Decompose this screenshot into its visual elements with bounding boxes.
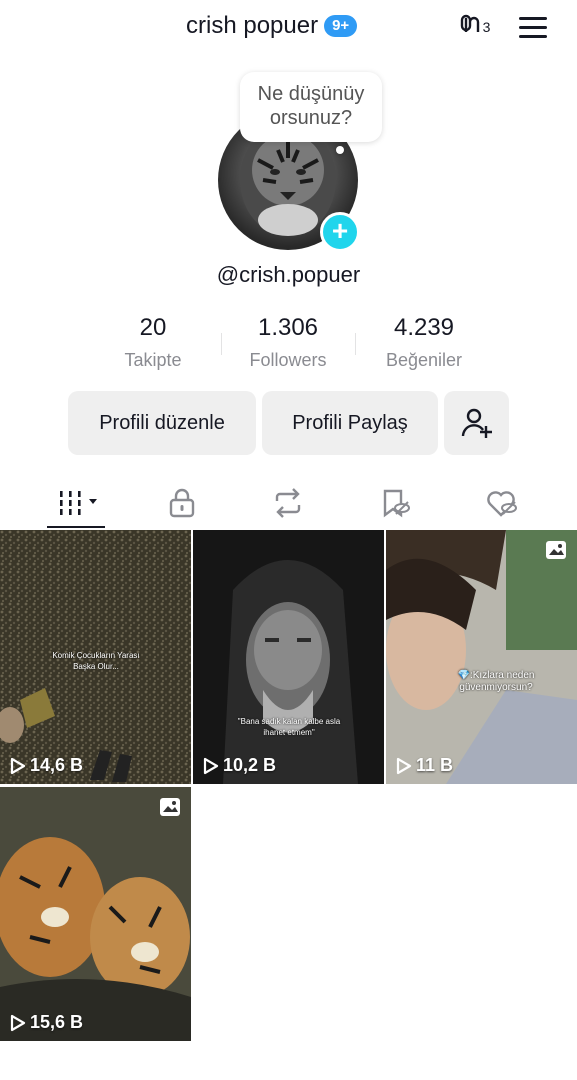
active-tab-indicator (47, 526, 105, 528)
note-bubble[interactable]: Ne düşünüy orsunuz? (240, 72, 382, 142)
stat-followers-value: 1.306 (257, 314, 319, 341)
edit-profile-button[interactable]: Profili düzenle (68, 391, 256, 455)
add-story-button[interactable]: + (320, 212, 360, 252)
tab-private[interactable] (142, 478, 222, 528)
view-count: 15,6 B (10, 1012, 83, 1033)
stat-likes[interactable]: 4.239 Beğeniler (364, 314, 484, 371)
note-bubble-text: Ne düşünüy orsunuz? (257, 83, 365, 129)
lock-icon (169, 488, 195, 518)
stat-following-label: Takipte (124, 350, 182, 370)
repost-icon (275, 488, 301, 518)
tab-reposts[interactable] (248, 478, 328, 528)
stat-divider (355, 333, 356, 355)
favorites-icon (383, 489, 410, 518)
video-tile[interactable]: 15,6 B (0, 787, 191, 1041)
add-friends-button[interactable] (444, 391, 509, 455)
play-icon (203, 757, 219, 774)
tab-liked[interactable] (462, 478, 542, 528)
add-user-icon (461, 408, 492, 438)
stat-followers-label: Followers (249, 350, 327, 370)
stat-following-value: 20 (139, 314, 167, 341)
play-icon (396, 757, 412, 774)
tab-favorites[interactable] (356, 478, 436, 528)
plus-icon: + (331, 215, 349, 246)
videos-grid-icon (60, 491, 97, 515)
stat-followers[interactable]: 1.306 Followers (228, 314, 348, 371)
video-thumbnail (193, 530, 384, 784)
top-bar: crish popuer 9+ 3 (0, 0, 577, 56)
view-count-value: 10,2 B (223, 755, 277, 775)
video-thumbnail (0, 787, 191, 1041)
video-tile[interactable]: Komik Çocukların Yarası Başka Olur... 14… (0, 530, 191, 784)
view-count: 14,6 B (10, 755, 83, 776)
tab-videos[interactable] (40, 478, 120, 528)
video-tile[interactable]: "Bana sadık kalan kalbe asla ihanet etme… (193, 530, 384, 784)
stat-divider (221, 333, 222, 355)
view-count-value: 15,6 B (30, 1012, 84, 1032)
notification-badge: 9+ (324, 15, 358, 37)
stat-following[interactable]: 20 Takipte (93, 314, 213, 371)
view-count-value: 14,6 B (30, 755, 84, 775)
share-profile-button[interactable]: Profili Paylaş (262, 391, 438, 455)
video-thumbnail (386, 530, 577, 784)
username: @crish.popuer (216, 262, 361, 287)
video-tile[interactable]: 💎:Kızlara neden güvenmiyorsun? 11 B (386, 530, 577, 784)
video-caption: 💎:Kızlara neden güvenmiyorsun? (457, 670, 535, 693)
threads-glyph-icon (460, 14, 479, 32)
view-count: 10,2 B (203, 755, 276, 776)
account-switcher[interactable]: crish popuer 9+ (186, 12, 358, 40)
photo-mode-icon (545, 540, 567, 565)
liked-icon (487, 491, 517, 517)
hamburger-menu-icon[interactable] (515, 12, 551, 42)
stat-likes-value: 4.239 (393, 314, 455, 341)
profile-title: crish popuer (186, 12, 319, 39)
note-bubble-tail (336, 146, 344, 154)
photo-mode-icon (159, 797, 181, 822)
threads-icon[interactable]: 3 (455, 12, 491, 42)
stat-likes-label: Beğeniler (385, 350, 463, 370)
view-count: 11 B (396, 755, 453, 776)
video-caption: "Bana sadık kalan kalbe asla ihanet etme… (237, 717, 341, 737)
play-icon (10, 1014, 26, 1031)
video-caption: Komik Çocukların Yarası Başka Olur... (52, 651, 140, 671)
view-count-value: 11 B (416, 755, 454, 775)
play-icon (10, 757, 26, 774)
threads-count: 3 (482, 19, 491, 35)
